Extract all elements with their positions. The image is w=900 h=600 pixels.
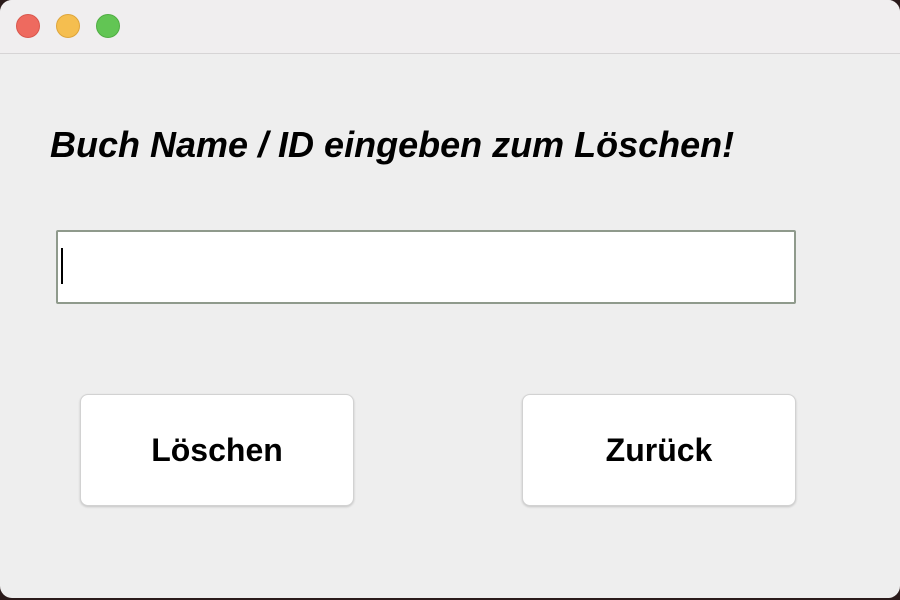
book-name-id-input[interactable]: [56, 230, 796, 304]
text-caret: [61, 248, 63, 284]
title-bar: [0, 0, 900, 54]
back-button[interactable]: Zurück: [522, 394, 796, 506]
page-title: Buch Name / ID eingeben zum Löschen!: [50, 124, 735, 165]
close-icon[interactable]: [16, 14, 40, 38]
delete-button[interactable]: Löschen: [80, 394, 354, 506]
delete-button-label: Löschen: [151, 431, 283, 468]
app-window: Buch Name / ID eingeben zum Löschen! Lös…: [0, 0, 900, 598]
back-button-label: Zurück: [605, 431, 713, 468]
maximize-icon[interactable]: [96, 14, 120, 38]
minimize-icon[interactable]: [56, 14, 80, 38]
